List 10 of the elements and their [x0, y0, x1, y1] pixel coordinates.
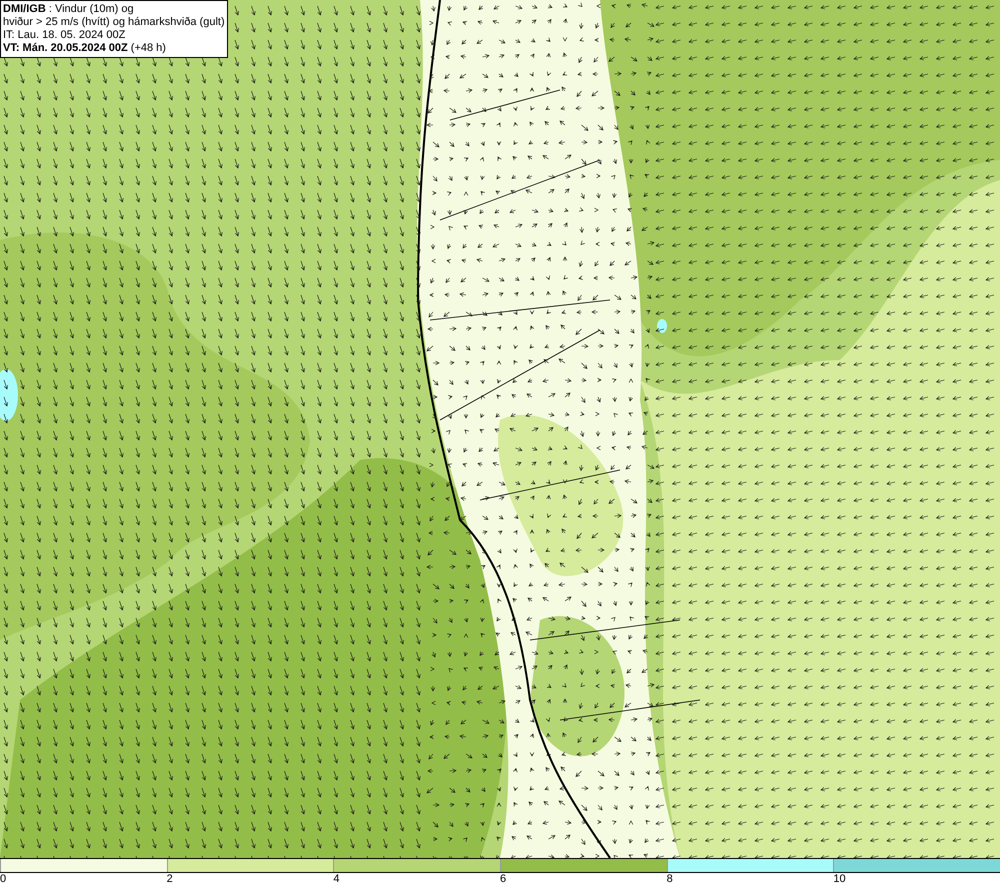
legend-label: 2: [166, 873, 173, 886]
info-text: hviður > 25 m/s (hvítt) og hámarkshviða (gult): [3, 16, 225, 29]
map-title: DMI/IGB : Vindur (10m) og: [3, 3, 135, 16]
legend-label: 8: [666, 873, 673, 886]
legend-label: 0: [0, 873, 6, 886]
info-text: IT: Lau. 18. 05. 2024 00Z: [3, 29, 126, 42]
legend-label: 10: [833, 873, 846, 886]
info-text: VT: Mán. 20.05.2024 00Z (+48 h): [3, 42, 167, 55]
legend-label: 4: [333, 873, 340, 886]
legend-label: 6: [500, 873, 506, 886]
